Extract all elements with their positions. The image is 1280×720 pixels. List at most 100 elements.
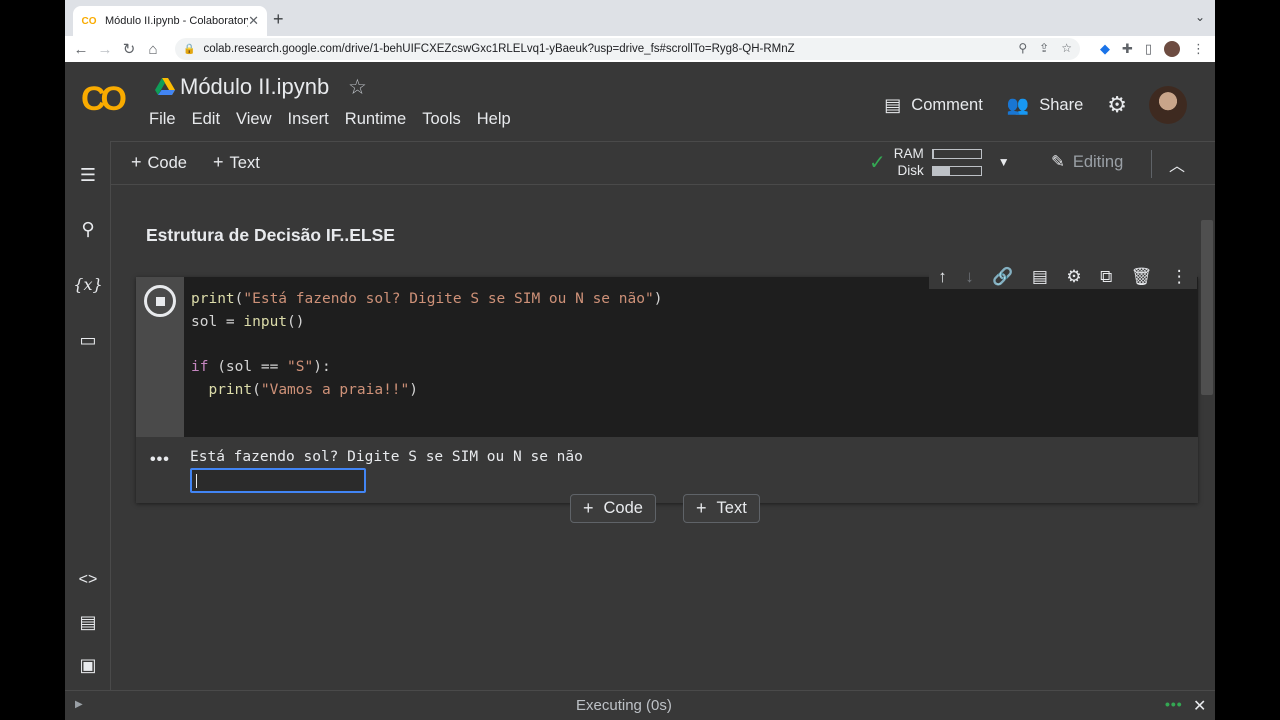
stop-execution-button[interactable] [144, 285, 176, 317]
ram-bar [931, 148, 982, 159]
star-icon[interactable]: ☆ [348, 75, 367, 100]
browser-toolbar: ← → ↻ ⌂ 🔒 colab.research.google.com/driv… [65, 36, 1215, 62]
code-line: if (sol == "S"): [191, 359, 331, 376]
bookmark-star-icon[interactable]: ☆ [1061, 41, 1072, 55]
settings-gear-icon[interactable]: ⚙ [1107, 92, 1127, 118]
delete-trash-icon[interactable]: 🗑 [1131, 267, 1153, 287]
reload-icon[interactable]: ↻ [117, 40, 141, 58]
editing-mode-button[interactable]: ✎ Editing [1051, 152, 1123, 172]
left-rail: ☰ ⚲ {x} ▭ <> ▤ ▣ [65, 141, 111, 690]
share-page-icon[interactable]: ⇪ [1039, 41, 1049, 55]
mirror-cell-icon[interactable]: ⧉ [1100, 267, 1112, 287]
profile-avatar[interactable] [1164, 41, 1180, 57]
notebook-area: Estrutura de Decisão IF..ELSE print("Est… [111, 185, 1215, 690]
menu-runtime[interactable]: Runtime [345, 110, 406, 129]
menu-view[interactable]: View [236, 110, 271, 129]
code-cell[interactable]: print("Está fazendo sol? Digite S se SIM… [136, 277, 1198, 503]
terminal-icon[interactable]: ▣ [65, 655, 111, 676]
user-avatar[interactable] [1149, 86, 1187, 124]
side-panel-icon[interactable]: ▯ [1145, 41, 1152, 57]
move-up-icon[interactable]: ↑ [938, 267, 947, 287]
insert-text-label: Text [716, 499, 747, 517]
move-down-icon[interactable]: ↓ [965, 267, 974, 287]
plus-icon: + [213, 152, 224, 172]
extensions-puzzle-icon[interactable]: ✚ [1122, 41, 1133, 57]
link-icon[interactable]: 🔗 [992, 267, 1013, 287]
colab-favicon-icon: CO [81, 15, 97, 27]
cell-settings-gear-icon[interactable]: ⚙ [1066, 267, 1081, 287]
insert-code-cell-button[interactable]: + Code [570, 494, 656, 523]
more-options-icon[interactable]: ⋮ [1171, 267, 1188, 287]
menu-insert[interactable]: Insert [288, 110, 329, 129]
output-text: Está fazendo sol? Digite S se SIM ou N s… [190, 449, 583, 465]
scrollbar[interactable] [1201, 220, 1213, 395]
disk-bar [931, 165, 982, 176]
add-code-button[interactable]: + Code [131, 152, 187, 173]
back-icon[interactable]: ← [69, 41, 93, 58]
add-code-label: Code [147, 154, 187, 172]
plus-icon: + [696, 498, 707, 518]
zoom-icon[interactable]: ⚲ [1018, 41, 1027, 55]
section-heading: Estrutura de Decisão IF..ELSE [146, 225, 395, 245]
variables-icon[interactable]: {x} [65, 275, 111, 294]
cell-gutter [136, 277, 184, 437]
add-text-button[interactable]: + Text [213, 152, 260, 173]
menu-edit[interactable]: Edit [192, 110, 220, 129]
pencil-icon: ✎ [1051, 153, 1065, 171]
status-dots-icon[interactable]: ••• [1165, 696, 1183, 712]
code-line: print("Vamos a praia!!") [208, 382, 418, 399]
expand-triangle-icon[interactable]: ▶ [75, 699, 83, 710]
tab-title: Módulo II.ipynb - Colaboratory [105, 15, 249, 27]
execution-status: Executing (0s) [576, 697, 672, 714]
search-icon[interactable]: ⚲ [65, 219, 111, 240]
resources-indicator[interactable]: ✓ RAM Disk ▼ [869, 145, 1010, 179]
browser-menu-icon[interactable]: ⋮ [1192, 41, 1205, 57]
disk-label: Disk [897, 163, 924, 178]
code-editor[interactable]: print("Está fazendo sol? Digite S se SIM… [184, 277, 1198, 437]
table-of-contents-icon[interactable]: ☰ [65, 165, 111, 186]
new-tab-icon[interactable]: + [273, 9, 284, 30]
share-button[interactable]: 👥 Share [1007, 95, 1083, 116]
insert-code-label: Code [603, 499, 643, 517]
insert-text-cell-button[interactable]: + Text [683, 494, 760, 523]
stdin-input-field[interactable] [190, 468, 366, 493]
command-palette-icon[interactable]: ▤ [65, 612, 111, 633]
code-line: print("Está fazendo sol? Digite S se SIM… [191, 291, 663, 307]
notebook-title[interactable]: Módulo II.ipynb [180, 74, 329, 100]
editing-label: Editing [1072, 153, 1124, 171]
collapse-header-chevron-icon[interactable]: ︿ [1169, 152, 1185, 176]
colab-header: CO Módulo II.ipynb ☆ File Edit View Inse… [65, 62, 1215, 141]
comment-icon[interactable]: ▤ [1032, 267, 1048, 287]
colab-logo[interactable]: CO [81, 80, 127, 119]
forward-icon[interactable]: → [93, 41, 117, 58]
browser-tabstrip: CO Módulo II.ipynb - Colaboratory ✕ + ⌄ [65, 0, 1215, 36]
address-bar[interactable]: 🔒 colab.research.google.com/drive/1-behU… [175, 38, 1080, 60]
close-tab-icon[interactable]: ✕ [248, 13, 259, 29]
people-icon: 👥 [1006, 94, 1030, 115]
comment-icon: ▤ [884, 94, 902, 115]
tab-search-chevron-icon[interactable]: ⌄ [1195, 10, 1205, 24]
code-snippets-icon[interactable]: <> [65, 571, 111, 589]
screen: CO Módulo II.ipynb - Colaboratory ✕ + ⌄ … [65, 0, 1215, 720]
menu-bar: File Edit View Insert Runtime Tools Help [149, 110, 511, 129]
add-text-label: Text [229, 154, 260, 172]
browser-tab[interactable]: CO Módulo II.ipynb - Colaboratory ✕ [73, 6, 267, 36]
share-label: Share [1039, 95, 1084, 114]
menu-file[interactable]: File [149, 110, 176, 129]
comment-button[interactable]: ▤ Comment [884, 95, 983, 116]
resources-dropdown-icon[interactable]: ▼ [998, 155, 1010, 169]
code-line: sol = input() [191, 313, 305, 330]
home-icon[interactable]: ⌂ [141, 41, 165, 58]
menu-help[interactable]: Help [477, 110, 511, 129]
output-actions-icon[interactable]: ••• [150, 451, 170, 469]
extension-icon[interactable]: ◆ [1100, 41, 1110, 57]
google-drive-icon[interactable] [155, 78, 175, 96]
stop-icon [155, 296, 165, 306]
connected-check-icon: ✓ [869, 151, 886, 174]
divider [1151, 150, 1152, 178]
close-status-icon[interactable]: ✕ [1193, 696, 1206, 716]
files-folder-icon[interactable]: ▭ [65, 330, 111, 351]
notebook-toolbar: + Code + Text ✓ RAM Disk ▼ ✎ Editing ︿ [111, 141, 1215, 185]
menu-tools[interactable]: Tools [422, 110, 461, 129]
url-text: colab.research.google.com/drive/1-behUIF… [203, 43, 795, 55]
